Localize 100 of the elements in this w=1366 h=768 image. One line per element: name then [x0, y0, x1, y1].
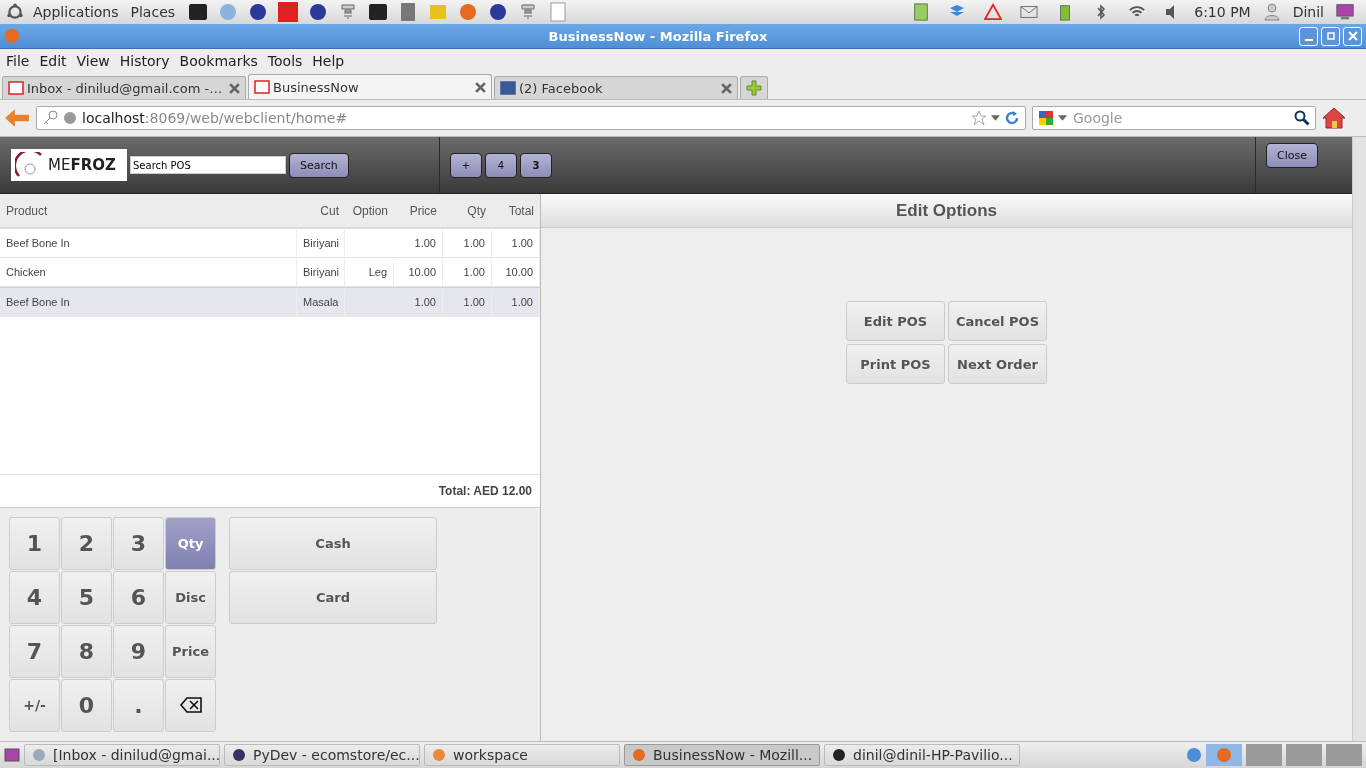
keypad-key[interactable]: 9 [113, 625, 164, 678]
browser-tab[interactable]: (2) Facebook [494, 76, 738, 99]
desktop-icon[interactable] [4, 747, 20, 763]
table-cell: 1.00 [511, 295, 533, 308]
menu-item[interactable]: Edit [36, 53, 70, 69]
table-cell: Masala [303, 295, 339, 308]
keypad-key[interactable]: . [113, 679, 164, 732]
maximize-icon [1325, 31, 1336, 41]
minimize-icon [1304, 39, 1313, 41]
keypad-key[interactable]: 8 [61, 625, 112, 678]
keypad-key[interactable]: Price [165, 625, 216, 678]
column-header: Total [507, 203, 535, 218]
sphere-icon[interactable] [308, 2, 329, 22]
minimize-button[interactable] [1299, 26, 1318, 46]
colored-squares-icon[interactable] [1038, 110, 1054, 126]
address-bar[interactable]: localhost:8069/web/webclient/home# [36, 106, 1026, 130]
taskbar-item[interactable]: [Inbox - dinilud@gmai... [24, 744, 220, 766]
menu-item[interactable]: History [116, 53, 173, 69]
menu-item[interactable]: View [73, 53, 113, 69]
keypad-key[interactable]: 6 [113, 571, 164, 624]
keypad-key[interactable]: 1 [9, 517, 60, 570]
keypad-key[interactable]: Disc [165, 571, 216, 624]
keypad-key[interactable]: 2 [61, 517, 112, 570]
column-header: Price [408, 203, 438, 218]
taskbar-item[interactable]: workspace [424, 744, 620, 766]
menu-item[interactable]: Help [309, 53, 348, 69]
menu-item[interactable]: Tools [264, 53, 306, 69]
table-cell: Leg [368, 265, 387, 278]
maximize-button[interactable] [1321, 26, 1340, 46]
reload-icon[interactable] [1004, 110, 1020, 126]
dropdown-icon[interactable] [1058, 115, 1067, 121]
keypad-key[interactable]: 4 [9, 571, 60, 624]
workspace-switcher[interactable] [1326, 744, 1362, 766]
tab-favicon-icon [8, 80, 24, 96]
panel-menu[interactable]: Places [127, 4, 179, 20]
table-cell: 1.00 [463, 265, 485, 278]
workspace-switcher[interactable] [1206, 744, 1242, 766]
table-cell: 10.00 [408, 265, 436, 278]
sphere-icon[interactable] [488, 2, 509, 22]
keypad-key[interactable]: 0 [61, 679, 112, 732]
option-button[interactable]: Edit POS [846, 301, 945, 341]
search-input[interactable]: Search POS [130, 156, 286, 174]
back-arrow-icon[interactable] [4, 108, 30, 128]
user-icon[interactable] [1262, 3, 1281, 21]
column-header: Qty [466, 203, 487, 218]
option-button[interactable]: Cancel POS [948, 301, 1047, 341]
browser-tab[interactable]: Inbox - dinilud@gmail.com -… [2, 76, 246, 99]
taskbar-item[interactable]: PyDev - ecomstore/ec... [224, 744, 420, 766]
payment-button[interactable]: Cash [229, 517, 437, 570]
menu-item[interactable]: File [3, 53, 33, 69]
panel-title: Edit Options [895, 200, 997, 221]
search-icon[interactable] [1294, 110, 1310, 126]
order-total: Total: AED 12.00 [438, 483, 532, 498]
logo-mark-icon [15, 152, 45, 178]
close-icon[interactable] [475, 81, 486, 93]
tab-favicon-icon [500, 80, 516, 96]
order-tab[interactable]: 3 [520, 152, 552, 178]
table-cell: 1.00 [414, 295, 436, 308]
search-button[interactable]: Search [289, 152, 349, 178]
option-button[interactable]: Next Order [948, 344, 1047, 384]
menu-item[interactable]: Bookmarks [176, 53, 261, 69]
close-button[interactable] [1343, 26, 1362, 46]
app-icon [231, 747, 247, 763]
user-name[interactable]: Dinil [1292, 4, 1324, 20]
table-cell: 1.00 [463, 295, 485, 308]
panel-menu[interactable]: Applications [30, 4, 122, 20]
star-icon[interactable] [971, 110, 987, 126]
url-text: localhost:8069/web/webclient/home# [82, 110, 348, 126]
taskbar-item[interactable]: BusinessNow - Mozill... [624, 744, 820, 766]
option-button[interactable]: Print POS [846, 344, 945, 384]
close-button[interactable]: Close [1266, 143, 1318, 168]
logo: MEFROZ [11, 149, 127, 181]
home-icon[interactable] [1322, 107, 1346, 129]
taskbar-item[interactable]: dinil@dinil-HP-Pavilio... [824, 744, 1020, 766]
scrollbar[interactable] [1352, 137, 1366, 741]
close-icon[interactable] [721, 82, 732, 94]
clock[interactable]: 6:10 PM [1194, 4, 1251, 20]
table-cell: Biriyani [303, 236, 340, 249]
app-icon [831, 747, 847, 763]
order-line[interactable]: Beef Bone In Biriyani 1.00 1.00 1.00 [0, 229, 540, 259]
keypad-key[interactable]: +/- [9, 679, 60, 732]
keypad-key[interactable]: 5 [61, 571, 112, 624]
close-icon[interactable] [229, 82, 240, 94]
keypad-key[interactable]: 3 [113, 517, 164, 570]
column-header: Product [5, 203, 49, 218]
keypad-key[interactable]: 7 [9, 625, 60, 678]
order-tab[interactable]: + [450, 152, 482, 178]
workspace-switcher[interactable] [1286, 744, 1322, 766]
warning-icon[interactable] [984, 3, 1003, 21]
search-field[interactable]: Google [1032, 106, 1316, 130]
tab-favicon-icon [254, 79, 270, 95]
workspace-switcher[interactable] [1246, 744, 1282, 766]
envelope-icon[interactable] [1020, 3, 1039, 21]
browser-tab[interactable]: BusinessNow [248, 74, 492, 99]
dropdown-icon[interactable] [991, 115, 1000, 121]
backspace-key[interactable] [165, 679, 216, 732]
table-cell: 1.00 [511, 236, 533, 249]
order-tab[interactable]: 4 [485, 152, 517, 178]
key-icon [42, 110, 58, 126]
payment-button[interactable]: Card [229, 571, 437, 624]
